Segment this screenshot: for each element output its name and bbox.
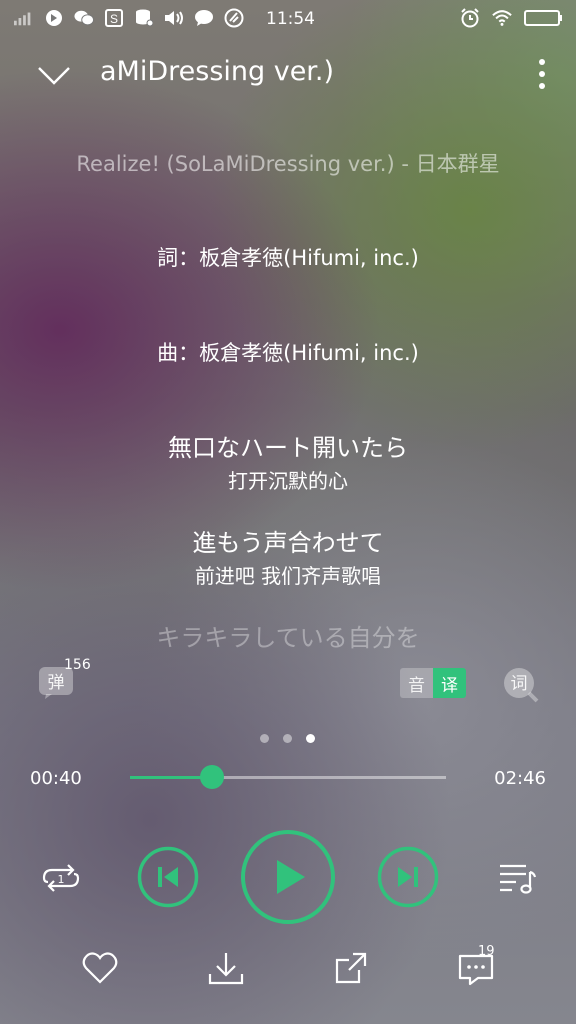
battery-icon: [524, 8, 564, 28]
lyric-line: 無口なハート開いたら: [168, 434, 408, 462]
wifi-icon: [492, 8, 512, 28]
storage-icon: [134, 8, 154, 28]
translation-toggle[interactable]: 译: [433, 668, 466, 698]
collapse-button[interactable]: [34, 58, 74, 92]
playlist-icon: [500, 864, 537, 894]
lyric-translation: 打开沉默的心: [228, 469, 348, 493]
lyrics-view[interactable]: Realize! (SoLaMiDressing ver.) - 日本群星 詞：…: [0, 140, 576, 660]
status-bar: S 11:54: [0, 0, 576, 40]
status-left-icons: S: [14, 8, 244, 28]
download-icon: [208, 953, 244, 985]
play-icon: [241, 830, 335, 924]
volume-icon: [164, 8, 184, 28]
danmu-count: 156: [64, 657, 91, 673]
header: aMiDressing ver.): [0, 48, 576, 104]
danmu-label: 弹: [48, 673, 65, 693]
page-indicator: [260, 734, 315, 743]
chevron-down-icon: [38, 67, 70, 85]
next-button[interactable]: [377, 846, 439, 908]
alarm-icon: [460, 8, 480, 28]
status-time: 11:54: [266, 9, 315, 29]
ci-label: 词: [511, 674, 528, 694]
share-icon: [335, 952, 367, 984]
page-dot[interactable]: [260, 734, 269, 743]
lyricist-credit: 詞：板倉孝徳(Hifumi, inc.): [157, 246, 419, 270]
lyric-line: 進もう声合わせて: [192, 529, 384, 557]
page-dot[interactable]: [283, 734, 292, 743]
progress-bar[interactable]: [130, 765, 446, 789]
lyric-mode-toggle: 音 译: [400, 668, 466, 698]
download-button[interactable]: [206, 948, 246, 988]
composer-credit: 曲：板倉孝徳(Hifumi, inc.): [157, 341, 419, 365]
song-subtitle: Realize! (SoLaMiDressing ver.) - 日本群星: [76, 152, 500, 176]
skip-previous-icon: [137, 846, 199, 908]
page-dot-active[interactable]: [306, 734, 315, 743]
skip-next-icon: [377, 846, 439, 908]
lyric-search-icon: 词: [504, 668, 539, 703]
like-button[interactable]: [80, 948, 120, 988]
more-vertical-icon: [539, 59, 545, 89]
svg-text:S: S: [110, 12, 118, 26]
share-button[interactable]: [331, 948, 371, 988]
signal-icon: [14, 8, 34, 28]
progress-knob[interactable]: [199, 765, 224, 789]
svg-text:1: 1: [58, 873, 65, 886]
lyric-line-next: キラキラしている自分を: [156, 624, 420, 652]
total-time: 02:46: [494, 768, 546, 789]
romaji-toggle[interactable]: 音: [400, 668, 433, 698]
s-app-icon: S: [104, 8, 124, 28]
playlist-button[interactable]: [496, 858, 538, 898]
song-title: aMiDressing ver.): [100, 56, 335, 87]
comment-count: 19: [478, 944, 495, 959]
more-button[interactable]: [530, 56, 554, 92]
lyric-translation: 前进吧 我们齐声歌唱: [194, 564, 382, 588]
loop-mode-button[interactable]: 1: [40, 858, 82, 898]
heart-icon: [82, 952, 118, 984]
lyric-search-button[interactable]: 词: [502, 666, 540, 704]
status-right-icons: [460, 8, 564, 28]
wechat-icon: [74, 8, 94, 28]
previous-button[interactable]: [137, 846, 199, 908]
current-time: 00:40: [30, 768, 82, 789]
app-icon: [44, 8, 64, 28]
clean-icon: [224, 8, 244, 28]
chat-icon: [194, 8, 214, 28]
play-button[interactable]: [240, 829, 336, 925]
repeat-one-icon: 1: [42, 864, 80, 892]
